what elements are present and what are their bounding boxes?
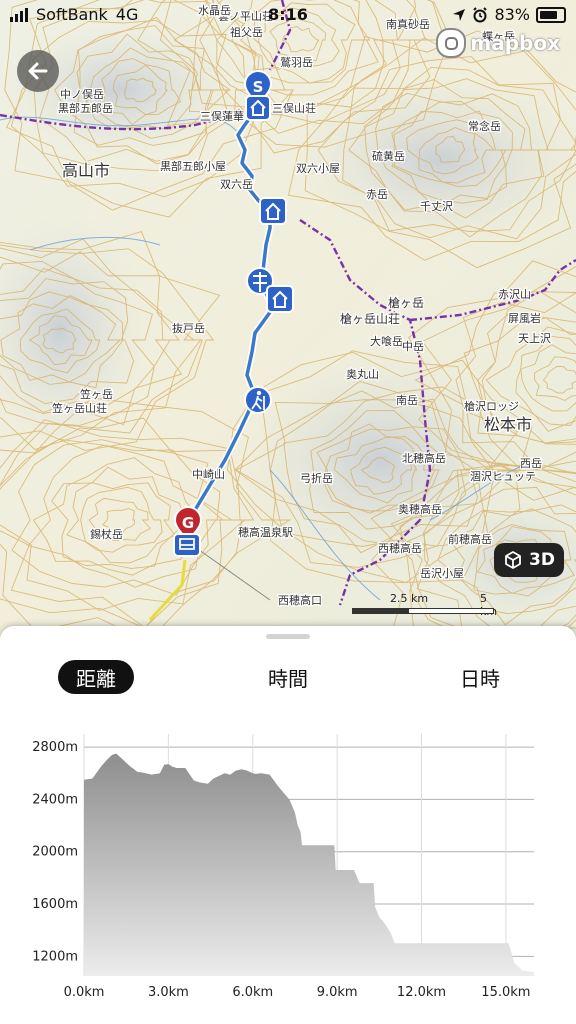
chart-mode-tabs: 距離 時間 日時 <box>0 660 576 696</box>
x-tick-label: 3.0km <box>148 985 189 1000</box>
x-tick-label: 0.0km <box>64 985 105 1000</box>
hiker-icon[interactable] <box>244 386 272 414</box>
map-place-label: 槍ヶ岳山荘 <box>340 311 400 326</box>
map-place-label: 錫杖岳 <box>90 527 123 541</box>
map-place-label: 硫黄岳 <box>372 149 405 163</box>
tab-datetime[interactable]: 日時 <box>442 660 518 694</box>
map-scale-bar: 2.5 km 5 km <box>352 592 502 618</box>
map-place-label: 弓折岳 <box>300 471 333 485</box>
battery-percent: 83% <box>494 5 530 24</box>
x-tick-label: 6.0km <box>232 985 273 1000</box>
mapbox-logo-icon <box>436 28 467 58</box>
elevation-area <box>84 753 534 976</box>
map-place-label: 三俣蓮華 <box>200 109 244 123</box>
alarm-icon <box>473 6 488 22</box>
map-place-label: 槍ヶ岳 <box>388 295 424 310</box>
y-tick-label: 2400m <box>32 792 78 807</box>
map-place-label: 中岳 <box>402 340 424 353</box>
y-tick-label: 1200m <box>32 949 78 964</box>
map-place-label: 黒部五郎小屋 <box>160 159 226 173</box>
arrow-left-icon <box>28 62 48 80</box>
y-tick-label: 2800m <box>32 740 78 755</box>
map-place-label: 鷲羽岳 <box>280 55 313 69</box>
sheet-drag-handle[interactable] <box>266 634 310 639</box>
map-place-label: 笠ヶ岳 <box>80 387 113 401</box>
map-place-label: 奥穂高岳 <box>398 502 442 516</box>
map-place-label: 前穂高岳 <box>448 532 492 546</box>
location-arrow-icon <box>453 8 466 21</box>
map-place-label: 常念岳 <box>468 119 501 133</box>
map-place-label: 大喰岳 <box>370 334 403 348</box>
view-3d-button[interactable]: 3D <box>494 543 564 577</box>
map-place-label: 三俣山荘 <box>272 101 316 115</box>
bus-stop-icon[interactable] <box>173 533 201 557</box>
x-tick-label: 15.0km <box>481 985 530 1000</box>
x-tick-label: 9.0km <box>317 985 358 1000</box>
map-place-label: 黒部五郎岳 <box>58 101 113 115</box>
map-place-label: 槍沢ロッジ <box>464 399 519 413</box>
scale-label-5km: 5 km <box>480 592 497 618</box>
tab-time[interactable]: 時間 <box>250 660 326 694</box>
map-place-label: 南岳 <box>396 394 418 407</box>
map-place-label: 西穂高岳 <box>378 541 422 555</box>
map-place-label: 岳沢小屋 <box>420 566 464 580</box>
cube-icon <box>505 551 521 569</box>
mapbox-attribution[interactable]: mapbox <box>436 28 560 58</box>
map-place-label: 双六小屋 <box>296 162 340 175</box>
start-marker-label: S <box>253 78 264 96</box>
scale-bar-graphic <box>352 608 494 614</box>
elevation-profile-chart: 1200m 1600m 2000m 2400m 2800m 0.0km 3.0km 6.0k… <box>32 734 534 1000</box>
hut-icon[interactable] <box>266 285 294 313</box>
y-tick-label: 2000m <box>32 845 78 860</box>
map-place-label: 高山市 <box>62 161 110 180</box>
map-place-label: 笠ヶ岳山荘 <box>52 401 107 415</box>
hut-icon[interactable] <box>245 95 271 121</box>
y-tick-label: 1600m <box>32 897 78 912</box>
map-place-label: 千丈沢 <box>420 199 453 213</box>
battery-icon <box>536 6 566 23</box>
map-place-label: 北穂高岳 <box>402 451 446 465</box>
map-place-label: 双六岳 <box>220 178 253 191</box>
map-place-label: 奥丸山 <box>346 367 379 381</box>
tab-distance[interactable]: 距離 <box>58 660 134 694</box>
map-place-label: 屏風岩 <box>508 311 541 325</box>
topographic-map[interactable]: 高山市松本市 槍ヶ岳槍ヶ岳山荘 双六小屋笠ヶ岳山荘笠ヶ岳 抜戸岳中崎山錫杖岳 奥丸山南岳… <box>0 0 576 640</box>
map-place-label: 穂高温泉駅 <box>238 525 293 539</box>
x-tick-label: 12.0km <box>397 985 446 1000</box>
status-bar: SoftBank 4G 8:16 83% <box>0 0 576 30</box>
map-place-label: 松本市 <box>484 415 532 434</box>
map-place-label: 赤沢山 <box>498 287 531 301</box>
map-place-label: 中ノ俣岳 <box>60 87 104 101</box>
bottom-sheet[interactable]: 距離 時間 日時 1200m 1600m 2000m 2400m 2800m 0.0km… <box>0 626 576 1024</box>
hut-icon[interactable] <box>259 197 287 225</box>
map-place-label: 涸沢ヒュッテ <box>470 469 536 483</box>
map-place-label: 西岳 <box>520 457 542 470</box>
map-place-label: 天上沢 <box>518 331 551 345</box>
map-place-label: 西穂高口 <box>278 593 322 607</box>
map-place-label: 中崎山 <box>192 467 225 481</box>
view-3d-label: 3D <box>529 550 555 570</box>
scale-label-2-5km: 2.5 km <box>390 592 429 605</box>
goal-marker-label: G <box>182 514 194 532</box>
mapbox-wordmark: mapbox <box>470 31 560 55</box>
map-place-label: 抜戸岳 <box>172 321 205 335</box>
back-button[interactable] <box>17 50 59 92</box>
map-place-label: 赤岳 <box>366 188 388 201</box>
